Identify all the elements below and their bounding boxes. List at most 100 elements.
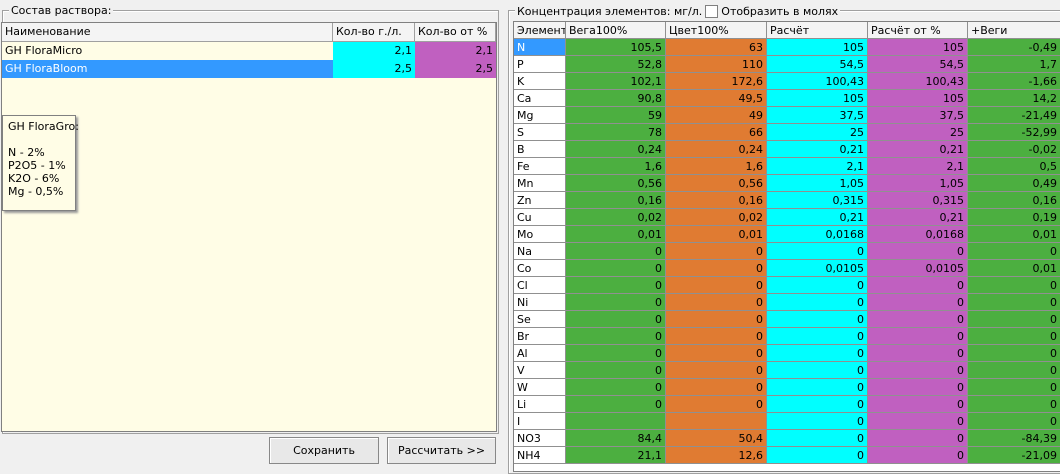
calc-pct-value[interactable]: 0 [868,294,968,311]
calc-pct-value[interactable]: 0,0168 [868,226,968,243]
table-row[interactable]: Mo 0,01 0,01 0,0168 0,0168 0,01 [514,226,1060,243]
vega-value[interactable]: 0 [566,260,666,277]
tsvet-value[interactable]: 0 [666,379,767,396]
plus-vega-value[interactable]: 0,5 [968,158,1060,175]
element-name[interactable]: Mg [514,107,566,124]
show-in-moles-checkbox[interactable] [705,5,719,18]
element-name[interactable]: Cu [514,209,566,226]
calc-pct-value[interactable]: 0 [868,311,968,328]
calc-pct-value[interactable]: 0 [868,430,968,447]
calc-pct-value[interactable]: 0,21 [868,209,968,226]
table-row[interactable]: Li 0 0 0 0 0 [514,396,1060,413]
element-name[interactable]: K [514,73,566,90]
table-row[interactable]: Ni 0 0 0 0 0 [514,294,1060,311]
plus-vega-value[interactable]: -1,66 [968,73,1060,90]
table-row[interactable]: Co 0 0 0,0105 0,0105 0,01 [514,260,1060,277]
tsvet-value[interactable]: 0,02 [666,209,767,226]
calc-value[interactable]: 0,0105 [767,260,868,277]
tsvet-value[interactable]: 0,16 [666,192,767,209]
vega-value[interactable]: 0,02 [566,209,666,226]
tsvet-value[interactable]: 0 [666,396,767,413]
element-name[interactable]: N [514,39,566,56]
plus-vega-value[interactable]: 0,01 [968,260,1060,277]
calc-value[interactable]: 0,21 [767,141,868,158]
element-name[interactable]: S [514,124,566,141]
calc-value[interactable]: 2,1 [767,158,868,175]
table-row[interactable]: Cu 0,02 0,02 0,21 0,21 0,19 [514,209,1060,226]
tsvet-value[interactable]: 0,56 [666,175,767,192]
table-row[interactable]: GH FloraMicro 2,1 2,1 [2,42,496,60]
vega-value[interactable]: 102,1 [566,73,666,90]
vega-value[interactable]: 105,5 [566,39,666,56]
tsvet-value[interactable]: 0 [666,260,767,277]
plus-vega-value[interactable]: -21,09 [968,447,1060,464]
column-vega[interactable]: Вега100% [566,22,666,39]
vega-value[interactable]: 52,8 [566,56,666,73]
plus-vega-value[interactable]: 1,7 [968,56,1060,73]
calc-pct-value[interactable]: 0,21 [868,141,968,158]
tsvet-value[interactable]: 172,6 [666,73,767,90]
vega-value[interactable]: 0 [566,328,666,345]
calc-value[interactable]: 0,21 [767,209,868,226]
element-name[interactable]: Zn [514,192,566,209]
vega-value[interactable]: 0,01 [566,226,666,243]
column-element[interactable]: Элемент [514,22,566,39]
tsvet-value[interactable]: 50,4 [666,430,767,447]
calc-value[interactable]: 1,05 [767,175,868,192]
tsvet-value[interactable]: 49 [666,107,767,124]
table-row[interactable]: Na 0 0 0 0 0 [514,243,1060,260]
table-row[interactable]: Ca 90,8 49,5 105 105 14,2 [514,90,1060,107]
vega-value[interactable]: 0,24 [566,141,666,158]
tsvet-value[interactable]: 0 [666,328,767,345]
calc-pct-value[interactable]: 105 [868,39,968,56]
column-calc-pct[interactable]: Расчёт от % [868,22,968,39]
vega-value[interactable]: 0 [566,396,666,413]
plus-vega-value[interactable]: 0,01 [968,226,1060,243]
calc-pct-value[interactable]: 0 [868,328,968,345]
calc-value[interactable]: 37,5 [767,107,868,124]
plus-vega-value[interactable]: 0 [968,328,1060,345]
element-name[interactable]: P [514,56,566,73]
table-row[interactable]: Se 0 0 0 0 0 [514,311,1060,328]
plus-vega-value[interactable]: 0,16 [968,192,1060,209]
calc-pct-value[interactable]: 0,315 [868,192,968,209]
calc-pct-value[interactable]: 0 [868,362,968,379]
tsvet-value[interactable]: 49,5 [666,90,767,107]
fertilizer-qty[interactable]: 2,5 [333,60,415,78]
fertilizer-name[interactable]: GH FloraBloom [2,60,333,78]
table-row[interactable]: Fe 1,6 1,6 2,1 2,1 0,5 [514,158,1060,175]
fertilizer-qty[interactable]: 2,1 [333,42,415,60]
element-name[interactable]: V [514,362,566,379]
save-button[interactable]: Сохранить [269,437,379,464]
table-row[interactable]: B 0,24 0,24 0,21 0,21 -0,02 [514,141,1060,158]
plus-vega-value[interactable]: -21,49 [968,107,1060,124]
column-calc[interactable]: Расчёт [767,22,868,39]
calc-value[interactable]: 54,5 [767,56,868,73]
element-name[interactable]: I [514,413,566,430]
table-row[interactable]: Mn 0,56 0,56 1,05 1,05 0,49 [514,175,1060,192]
calc-value[interactable]: 100,43 [767,73,868,90]
calc-pct-value[interactable]: 0 [868,345,968,362]
calc-value[interactable]: 105 [767,39,868,56]
column-plus-vega[interactable]: +Веги [968,22,1060,39]
calc-pct-value[interactable]: 2,1 [868,158,968,175]
table-row[interactable]: Mg 59 49 37,5 37,5 -21,49 [514,107,1060,124]
tsvet-value[interactable]: 110 [666,56,767,73]
vega-value[interactable]: 0 [566,311,666,328]
element-name[interactable]: Mo [514,226,566,243]
column-qty[interactable]: Кол-во г./л. [333,23,415,41]
column-tsvet[interactable]: Цвет100% [666,22,767,39]
table-row[interactable]: W00000 [514,379,1060,396]
calculate-button[interactable]: Рассчитать >> [387,437,496,464]
element-name[interactable]: Cl [514,277,566,294]
calc-pct-value[interactable]: 54,5 [868,56,968,73]
table-row[interactable]: Al 0 0 0 0 0 [514,345,1060,362]
column-pct[interactable]: Кол-во от % [415,23,496,41]
calc-value[interactable]: 0,0168 [767,226,868,243]
table-row[interactable]: Cl 0 0 0 0 0 [514,277,1060,294]
vega-value[interactable]: 0,16 [566,192,666,209]
element-name[interactable]: NO3 [514,430,566,447]
tsvet-value[interactable]: 0,24 [666,141,767,158]
table-row[interactable]: NO3 84,4 50,4 0 0 -84,39 [514,430,1060,447]
plus-vega-value[interactable]: 0 [968,413,1060,430]
